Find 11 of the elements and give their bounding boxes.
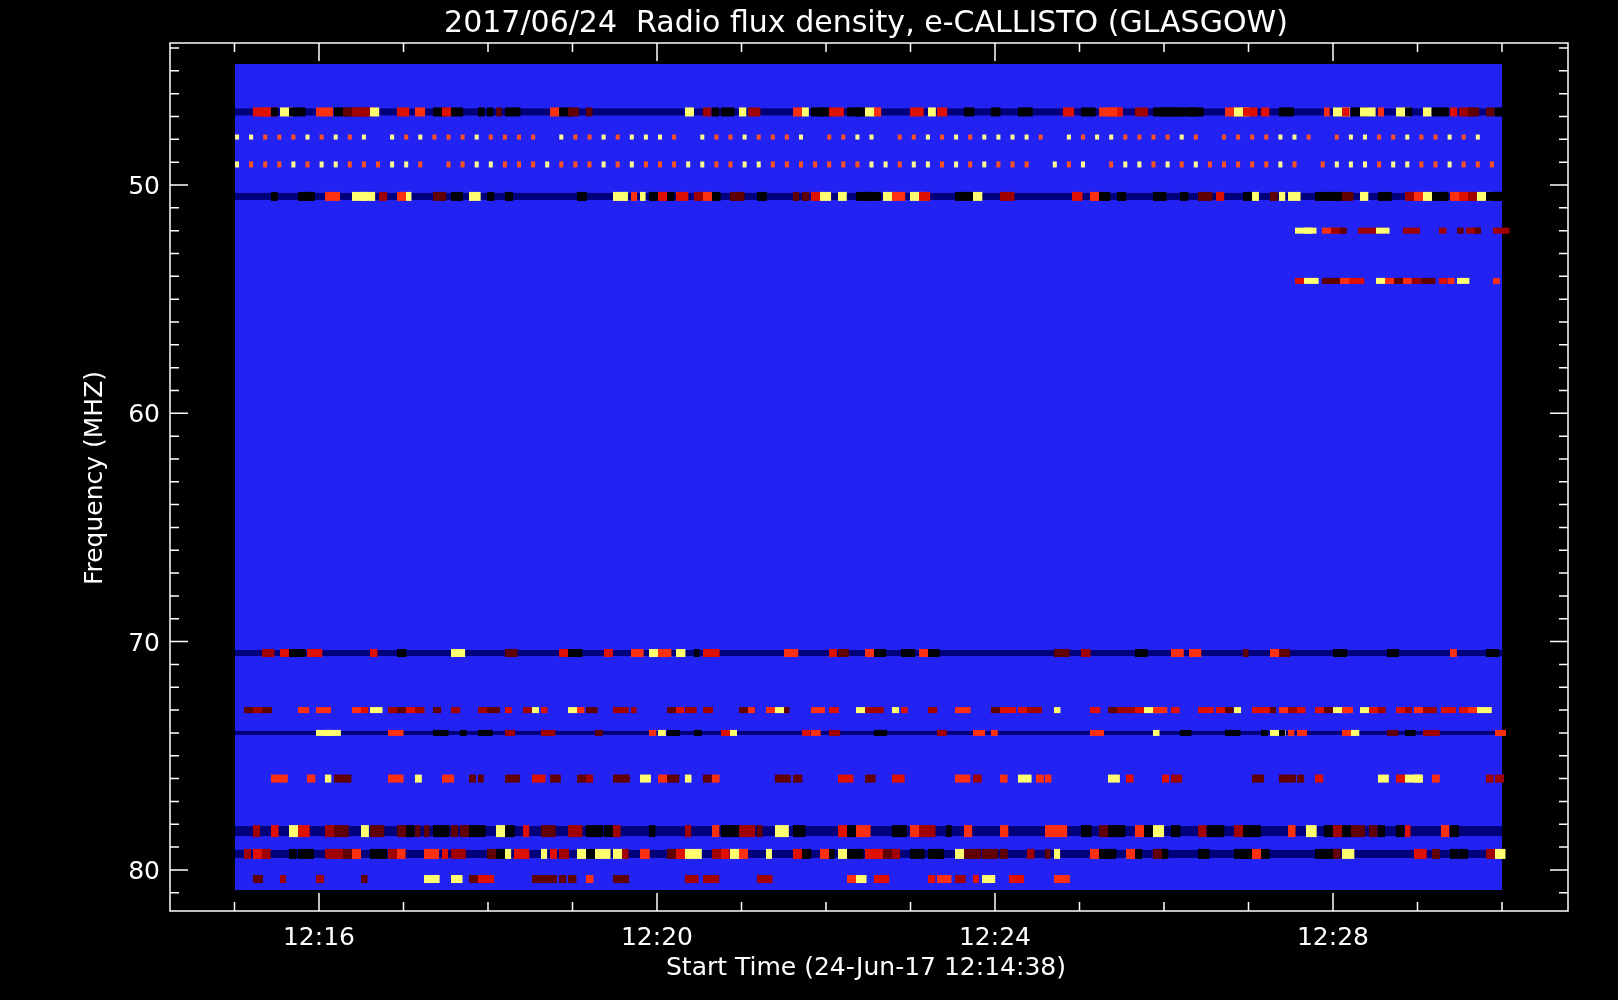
- y-axis-label: Frequency (MHZ): [79, 370, 108, 586]
- x-tick-label: 12:20: [621, 922, 693, 951]
- y-tick-label: 80: [128, 855, 160, 885]
- y-tick-label: 70: [128, 627, 160, 657]
- x-tick-label: 12:28: [1297, 922, 1369, 951]
- x-axis-label: Start Time (24-Jun-17 12:14:38): [666, 952, 1066, 981]
- y-tick-label: 50: [128, 171, 160, 200]
- chart-title: 2017/06/24 Radio flux density, e-CALLISTO (GLASGOW): [444, 4, 1288, 39]
- x-tick-label: 12:24: [959, 922, 1031, 951]
- y-tick-label: 60: [128, 399, 160, 429]
- x-tick-label: 12:16: [283, 922, 355, 951]
